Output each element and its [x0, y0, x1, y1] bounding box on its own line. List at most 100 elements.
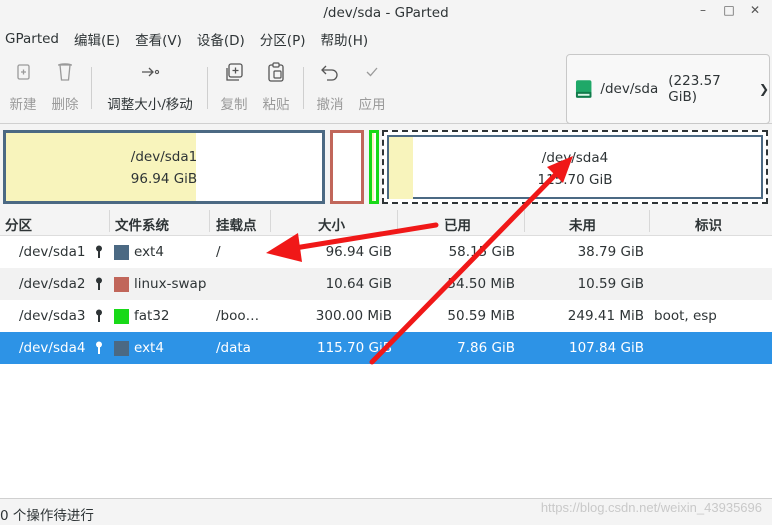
undo-label: 撤消 [316, 97, 344, 113]
used: 50.59 MiB [447, 308, 515, 324]
column-separator [524, 210, 525, 232]
undo-icon [321, 65, 338, 81]
sda1-map-name: /dev/sda1 [130, 149, 198, 165]
sda1-map-size: 96.94 GiB [130, 171, 198, 187]
resize-label: 调整大小/移动 [107, 97, 193, 113]
partition-name: /dev/sda2 [19, 276, 86, 292]
diskmap-sda4[interactable]: /dev/sda4 115.70 GiB [382, 130, 768, 204]
table-row-selected[interactable]: /dev/sda4 ext4 /data 115.70 GiB 7.86 GiB… [0, 332, 772, 364]
window-title: /dev/sda - GParted [323, 5, 449, 21]
disk-drive-icon [575, 80, 592, 98]
menu-device[interactable]: 设备(D) [197, 29, 245, 49]
column-separator [397, 210, 398, 232]
col-filesystem[interactable]: 文件系统 [115, 214, 169, 234]
size: 96.94 GiB [325, 244, 392, 260]
column-header: 分区 文件系统 挂载点 大小 已用 未用 标识 [0, 206, 772, 236]
menu-gparted[interactable]: GParted [5, 31, 59, 47]
mountpoint: /boo… [216, 308, 260, 324]
toolbar-separator [91, 67, 92, 109]
close-icon[interactable]: ✕ [748, 3, 762, 17]
resize-move-button[interactable]: 调整大小/移动 [104, 61, 196, 113]
table-row[interactable]: /dev/sda2 linux-swap 10.64 GiB 54.50 MiB… [0, 268, 772, 300]
filesystem: linux-swap [134, 276, 207, 292]
flags: boot, esp [654, 308, 717, 324]
sda3-used-fill [372, 133, 374, 201]
copy-label: 复制 [220, 97, 248, 113]
partition-list: /dev/sda1 ext4 / 96.94 GiB 58.15 GiB 38.… [0, 236, 772, 498]
paste-icon [268, 62, 284, 82]
used: 7.86 GiB [457, 340, 515, 356]
key-icon [96, 277, 102, 290]
sda4-map-size: 115.70 GiB [537, 172, 613, 188]
device-selector[interactable]: /dev/sda (223.57 GiB) ❯ [566, 54, 770, 124]
fs-color-swatch [114, 277, 129, 292]
column-separator [209, 210, 210, 232]
checkmark-icon [366, 67, 378, 77]
pending-operations: 0 个操作待进行 [0, 508, 94, 524]
watermark: https://blog.csdn.net/weixin_43935696 [540, 500, 762, 515]
column-separator [649, 210, 650, 232]
col-mountpoint[interactable]: 挂载点 [216, 214, 257, 234]
new-label: 新建 [9, 97, 37, 113]
col-flags[interactable]: 标识 [695, 214, 722, 234]
size: 115.70 GiB [316, 340, 392, 356]
menu-partition[interactable]: 分区(P) [260, 29, 306, 49]
chevron-down-icon: ❯ [758, 82, 769, 96]
menu-view[interactable]: 查看(V) [135, 29, 182, 49]
key-icon [96, 341, 102, 354]
column-separator [270, 210, 271, 232]
toolbar-separator [207, 67, 208, 109]
window-controls: – □ ✕ [696, 3, 762, 17]
partition-name: /dev/sda4 [19, 340, 86, 356]
resize-arrow-icon [142, 67, 160, 77]
delete-button[interactable]: 删除 [42, 61, 88, 113]
key-icon [96, 245, 102, 258]
trash-icon [58, 63, 72, 81]
diskmap-sda3[interactable] [369, 130, 379, 204]
undo-button[interactable]: 撤消 [307, 61, 353, 113]
maximize-icon[interactable]: □ [722, 3, 736, 17]
partition-name: /dev/sda3 [19, 308, 86, 324]
fs-color-swatch [114, 309, 129, 324]
apply-button[interactable]: 应用 [349, 61, 395, 113]
filesystem: ext4 [134, 244, 164, 260]
diskmap-sda1[interactable]: /dev/sda1 96.94 GiB [3, 130, 325, 204]
col-size[interactable]: 大小 [318, 214, 345, 234]
apply-label: 应用 [358, 97, 386, 113]
fs-color-swatch [114, 245, 129, 260]
new-partition-icon [17, 64, 30, 80]
status-bar: 0 个操作待进行 https://blog.csdn.net/weixin_43… [0, 498, 772, 525]
used: 58.15 GiB [448, 244, 515, 260]
mountpoint: / [216, 244, 221, 260]
table-row[interactable]: /dev/sda3 fat32 /boo… 300.00 MiB 50.59 M… [0, 300, 772, 332]
disk-map: /dev/sda1 96.94 GiB /dev/sda4 115.70 GiB [0, 125, 772, 205]
diskmap-sda2[interactable] [330, 130, 364, 204]
device-name: /dev/sda [600, 81, 659, 97]
sda4-map-name: /dev/sda4 [541, 150, 609, 166]
paste-label: 粘贴 [262, 97, 290, 113]
col-partition[interactable]: 分区 [5, 214, 32, 234]
copy-icon [226, 63, 243, 81]
partition-name: /dev/sda1 [19, 244, 86, 260]
table-row[interactable]: /dev/sda1 ext4 / 96.94 GiB 58.15 GiB 38.… [0, 236, 772, 268]
copy-button[interactable]: 复制 [211, 61, 257, 113]
fs-color-swatch [114, 341, 129, 356]
menu-help[interactable]: 帮助(H) [320, 29, 368, 49]
filesystem: ext4 [134, 340, 164, 356]
menu-edit[interactable]: 编辑(E) [74, 29, 120, 49]
paste-button[interactable]: 粘贴 [253, 61, 299, 113]
filesystem: fat32 [134, 308, 170, 324]
column-separator [109, 210, 110, 232]
new-button[interactable]: 新建 [0, 61, 46, 113]
size: 10.64 GiB [325, 276, 392, 292]
title-bar: /dev/sda - GParted – □ ✕ [0, 0, 772, 26]
toolbar-separator [303, 67, 304, 109]
col-unused[interactable]: 未用 [569, 214, 596, 234]
delete-label: 删除 [51, 97, 79, 113]
unused: 249.41 MiB [567, 308, 644, 324]
col-used[interactable]: 已用 [444, 214, 471, 234]
minimize-icon[interactable]: – [696, 3, 710, 17]
mountpoint: /data [216, 340, 251, 356]
device-size: (223.57 GiB) [668, 73, 721, 105]
key-icon [96, 309, 102, 322]
